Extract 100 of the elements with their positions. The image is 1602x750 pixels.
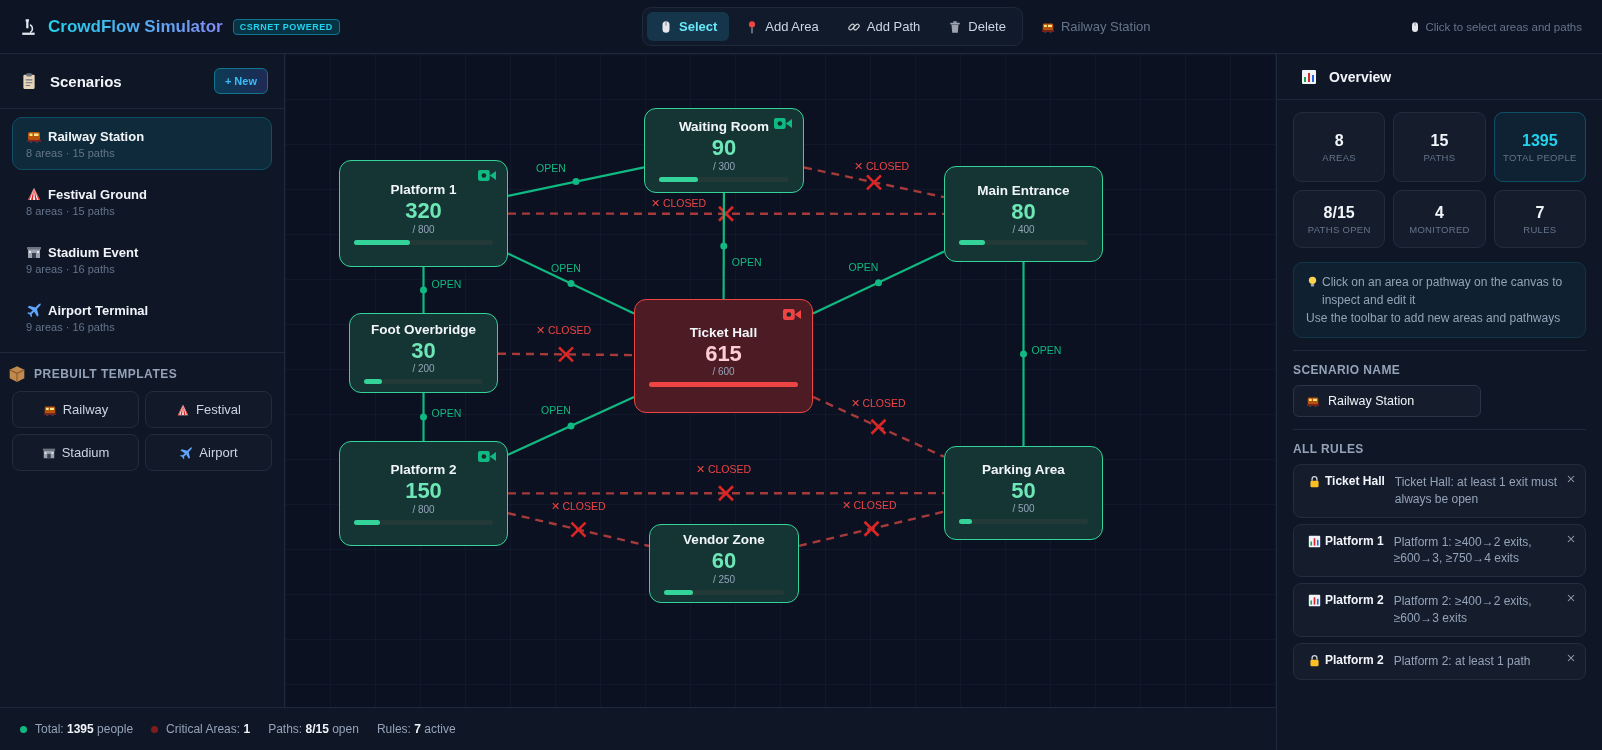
path-status-label: ✕ CLOSED [696, 463, 752, 476]
scenario-name: Stadium Event [48, 244, 139, 260]
area-node[interactable]: Platform 2 150 / 800 [339, 441, 508, 546]
trash-icon [948, 19, 963, 34]
closed-x-icon [717, 484, 735, 502]
status-text: Paths: 8/15 open [268, 722, 359, 736]
area-name: Platform 1 [390, 182, 457, 198]
people-count: 50 [1011, 478, 1036, 504]
area-node[interactable]: Ticket Hall 615 / 600 [634, 299, 813, 413]
scenario-meta: 8 areas · 15 paths [26, 205, 116, 217]
area-node[interactable]: Foot Overbridge 30 / 200 [349, 313, 498, 393]
flow-dot-icon [420, 286, 427, 294]
info-text: Click on an area or pathway on the canvas to inspect and edit it [1322, 274, 1564, 309]
box-icon [8, 365, 26, 383]
stat-label: MONITORED [1409, 223, 1470, 235]
stat-value: 7 [1535, 203, 1545, 222]
stat-label: RULES [1523, 223, 1557, 235]
capacity-text: / 300 [712, 160, 736, 172]
rule-area: Platform 2 [1325, 593, 1384, 608]
area-node[interactable]: Parking Area 50 / 500 [944, 446, 1103, 540]
stat-label: PATHS [1423, 151, 1456, 163]
new-button[interactable]: + New [213, 68, 268, 94]
template-button[interactable]: Festival [145, 391, 272, 428]
status-text: Rules: 7 active [376, 722, 456, 736]
capacity-text: / 800 [412, 503, 435, 515]
pathway-line[interactable] [507, 396, 635, 456]
capacity-text: / 500 [1012, 503, 1035, 515]
area-name: Waiting Room [678, 119, 770, 135]
stat-value: 8 [1334, 131, 1344, 150]
people-count: 320 [405, 199, 442, 224]
path-status-label: ✕ CLOSED [841, 498, 897, 511]
area-node[interactable]: Vendor Zone 60 / 250 [649, 524, 799, 603]
path-status-label: OPEN [1031, 344, 1062, 356]
area-name: Ticket Hall [689, 324, 758, 340]
pathway-line[interactable] [507, 512, 650, 548]
people-count: 150 [405, 479, 442, 504]
stat-value: 15 [1430, 131, 1449, 150]
path-status-label: OPEN [536, 161, 566, 174]
capacity-text: / 250 [712, 573, 736, 585]
path-status-label: OPEN [431, 278, 462, 290]
clipboard-icon [20, 72, 38, 90]
tool-button[interactable]: Add Area [733, 12, 831, 41]
path-status-label: ✕ CLOSED [850, 396, 906, 409]
closed-x-icon [557, 346, 575, 363]
area-name: Vendor Zone [683, 532, 765, 548]
stat-value: 1395 [1522, 131, 1558, 150]
pathway-line[interactable] [798, 510, 945, 547]
rule-text: Platform 2: ≥400→2 exits, ≥600→3 exits [1393, 593, 1533, 627]
tool-button[interactable]: Add Path [834, 12, 933, 41]
current-scenario: Railway Station [1060, 19, 1151, 34]
pathway-line[interactable] [812, 395, 945, 458]
rule-text: Platform 1: ≥400→2 exits, ≥600→3, ≥750→4 exits [1393, 533, 1533, 568]
stat-label: TOTAL PEOPLE [1503, 151, 1577, 163]
scenario-item[interactable]: Airport Terminal 9 areas · 16 paths [12, 291, 272, 344]
template-button[interactable]: Railway [12, 391, 139, 428]
closed-x-icon [570, 521, 587, 538]
hint-text: Click to select areas and paths [1425, 20, 1582, 33]
status-text: Critical Areas: 1 [166, 722, 251, 736]
closed-x-icon [865, 174, 883, 191]
pathway-line[interactable] [507, 252, 635, 315]
plane-icon [26, 302, 42, 318]
stat-value: 8/15 [1323, 203, 1355, 222]
template-button[interactable]: Airport [145, 434, 272, 471]
stat-label: AREAS [1322, 151, 1356, 163]
pathway-line[interactable] [498, 352, 634, 357]
scenario-name: Railway Station [48, 128, 145, 144]
rule-text: Platform 2: at least 1 path [1393, 652, 1531, 670]
area-node[interactable]: Waiting Room 90 / 300 [644, 108, 804, 193]
sidebar-title: Scenarios [50, 72, 122, 90]
pathway-line[interactable] [812, 250, 945, 315]
stat-label: PATHS OPEN [1307, 223, 1371, 235]
template-button[interactable]: Stadium [12, 434, 139, 471]
flow-dot-icon [567, 422, 575, 430]
stadium-icon [26, 244, 42, 260]
path-status-label: ✕ CLOSED [536, 324, 592, 337]
area-name: Platform 2 [390, 462, 457, 478]
scenario-item[interactable]: Stadium Event 9 areas · 16 paths [12, 233, 272, 286]
flow-dot-icon [572, 178, 580, 186]
scenario-item[interactable]: Railway Station 8 areas · 15 paths [12, 117, 272, 170]
scenario-name: Festival Ground [48, 186, 147, 202]
people-count: 80 [1011, 199, 1036, 225]
flow-dot-icon [720, 242, 728, 250]
scenario-name-field[interactable]: Railway Station [1293, 385, 1481, 417]
pathway-line[interactable] [507, 166, 645, 197]
path-status-label: ✕ CLOSED [651, 196, 707, 209]
scenario-item[interactable]: Festival Ground 8 areas · 15 paths [12, 175, 272, 228]
area-node[interactable]: Platform 1 320 / 800 [339, 160, 508, 267]
bulb-icon [1306, 275, 1319, 288]
area-name: Parking Area [982, 461, 1065, 477]
pathway-line[interactable] [722, 193, 725, 299]
tool-button[interactable]: Select [647, 12, 730, 41]
powered-badge: CSRNET POWERED [232, 18, 340, 35]
people-count: 615 [705, 341, 742, 367]
capacity-text: / 200 [412, 363, 435, 375]
path-status-label: OPEN [431, 407, 462, 419]
path-status-label: OPEN [848, 260, 879, 273]
path-status-label: OPEN [541, 403, 571, 416]
area-node[interactable]: Main Entrance 80 / 400 [944, 166, 1103, 262]
tool-button[interactable]: Delete [936, 12, 1018, 41]
overview-title: Overview [1329, 68, 1392, 85]
